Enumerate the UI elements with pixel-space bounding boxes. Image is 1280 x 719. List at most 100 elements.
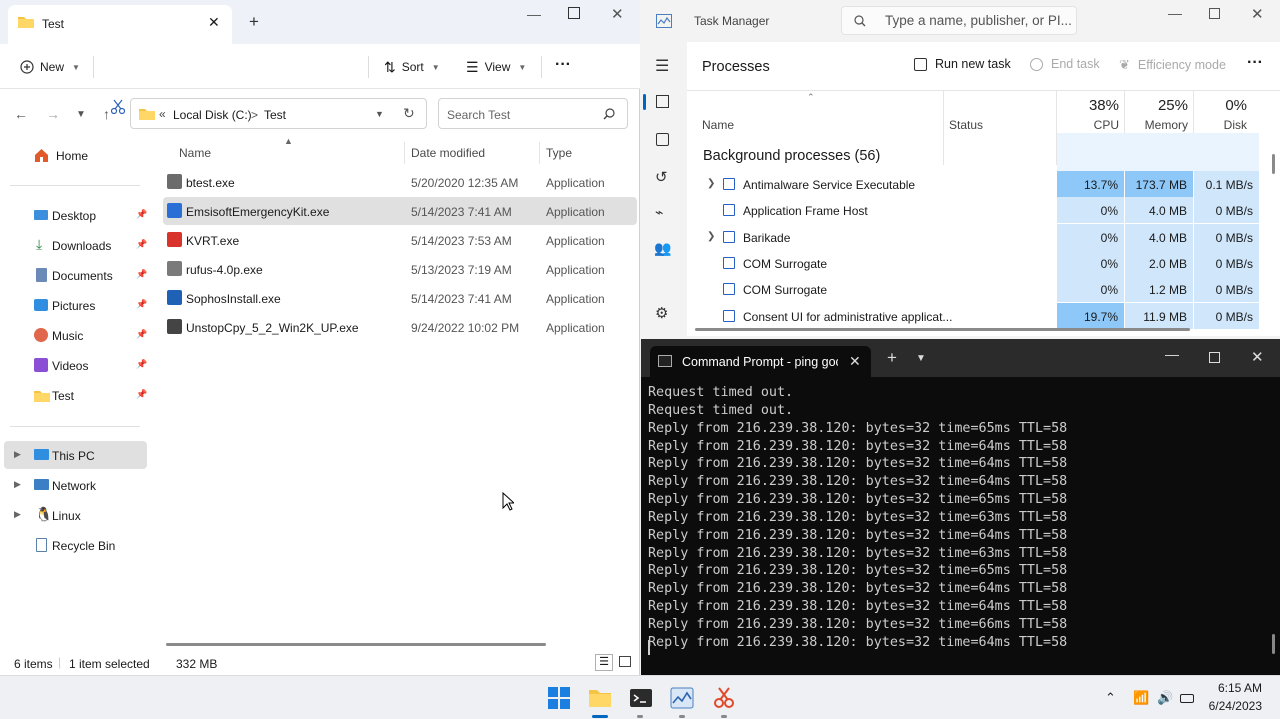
maximize-button[interactable] [568,7,580,19]
nav-downloads[interactable]: ⤓ Downloads 📌 [4,231,147,259]
run-new-task-button[interactable]: Run new task [914,57,1011,71]
tab-dropdown-icon[interactable]: ▼ [916,353,926,364]
maximize-button[interactable] [1209,8,1220,19]
startup-apps-icon[interactable]: ⌁ [655,204,663,221]
file-row[interactable]: SophosInstall.exe 5/14/2023 7:41 AM Applic… [163,284,637,312]
new-button[interactable]: New ▼ [20,54,80,80]
column-header-disk[interactable]: Disk [1207,118,1247,132]
file-row[interactable]: btest.exe 5/20/2020 12:35 AM Application [163,168,637,196]
close-tab-icon[interactable]: ✕ [208,14,220,31]
nav-videos[interactable]: Videos 📌 [4,351,147,379]
terminal-output[interactable]: Request timed out. Request timed out. Repl… [648,384,1268,652]
process-row[interactable]: COM Surrogate 0% 1.2 MB 0 MB/s [687,276,1280,303]
process-row[interactable]: COM Surrogate 0% 2.0 MB 0 MB/s [687,249,1280,276]
expand-chevron-icon[interactable]: ▶ [14,509,21,520]
terminal-tab[interactable]: Command Prompt - ping goc ✕ [650,346,871,377]
nav-music[interactable]: Music 📌 [4,321,147,349]
new-tab-button[interactable]: + [249,12,259,32]
file-explorer-taskbar-icon[interactable] [588,686,612,710]
wifi-icon[interactable]: 📶 [1133,690,1149,706]
explorer-tab[interactable]: Test ✕ [8,5,232,44]
minimize-button[interactable]: — [1168,5,1182,21]
close-window-button[interactable]: ✕ [611,5,624,23]
battery-icon[interactable] [1180,694,1194,703]
tiles-view-icon[interactable] [619,656,631,667]
minimize-button[interactable]: — [1165,346,1179,362]
process-search-input[interactable]: Type a name, publisher, or PI... [841,6,1077,35]
start-button-icon[interactable] [547,686,571,710]
clock-time[interactable]: 6:15 AM [1214,681,1262,695]
volume-icon[interactable]: 🔊 [1157,690,1173,706]
terminal-taskbar-icon[interactable] [629,686,653,710]
view-button[interactable]: ☰ View ▼ [466,54,526,80]
vertical-scrollbar[interactable] [1272,154,1275,174]
expand-chevron-icon[interactable]: ❯ [707,178,715,189]
file-row[interactable]: EmsisoftEmergencyKit.exe 5/14/2023 7:41 A… [163,197,637,225]
end-task-button[interactable]: End task [1030,57,1100,71]
process-row[interactable]: Application Frame Host 0% 4.0 MB 0 MB/s [687,197,1280,224]
maximize-button[interactable] [1209,352,1220,363]
cpu-total-percent: 38% [1088,97,1119,114]
close-window-button[interactable]: ✕ [1251,5,1264,23]
back-button[interactable]: ← [14,106,28,122]
breadcrumb-overflow[interactable]: « [159,107,166,121]
file-row[interactable]: KVRT.exe 5/14/2023 7:53 AM Application [163,226,637,254]
column-header-status[interactable]: Status [949,118,983,132]
column-header-type[interactable]: Type [546,146,572,160]
settings-gear-icon[interactable]: ⚙ [655,304,668,322]
expand-chevron-icon[interactable]: ❯ [707,231,715,242]
tray-overflow-chevron-icon[interactable]: ⌃ [1105,690,1116,706]
details-view-icon[interactable]: ☰ [595,654,613,671]
new-tab-button[interactable]: + [887,348,897,368]
nav-this-pc[interactable]: ▶ This PC [4,441,147,469]
cut-icon[interactable] [111,99,125,115]
file-row[interactable]: UnstopCpy_5_2_Win2K_UP.exe 9/24/2022 10:0… [163,313,637,341]
snipping-tool-taskbar-icon[interactable] [712,686,736,710]
refresh-icon[interactable]: ↻ [403,105,415,122]
users-icon[interactable]: 👥 [654,240,671,257]
horizontal-scrollbar[interactable] [695,328,1190,331]
close-window-button[interactable]: ✕ [1251,348,1264,366]
search-box[interactable]: Search Test [438,98,628,129]
address-bar[interactable]: « Local Disk (C:) > Test ▼ ↻ [130,98,427,129]
expand-chevron-icon[interactable]: ▶ [14,449,21,460]
task-manager-taskbar-icon[interactable] [670,686,694,710]
column-header-name[interactable]: Name [702,118,734,132]
forward-button[interactable]: → [46,106,60,122]
column-header-memory[interactable]: Memory [1135,118,1188,132]
nav-home[interactable]: Home [4,141,147,169]
more-options-button[interactable]: ··· [555,56,571,74]
process-row[interactable]: ❯ Antimalware Service Executable 13.7% 173.… [687,171,1280,197]
hamburger-menu-icon[interactable]: ☰ [655,56,669,76]
column-header-cpu[interactable]: CPU [1067,118,1119,132]
sort-button[interactable]: ⇅ Sort ▼ [384,54,440,80]
process-row[interactable]: Consent UI for administrative applicat..… [687,302,1280,329]
column-header-name[interactable]: Name [179,146,211,160]
performance-icon[interactable] [656,133,669,146]
nav-linux[interactable]: ▶ 🐧 Linux [4,501,147,529]
recent-locations-chevron-icon[interactable]: ▼ [76,109,86,120]
breadcrumb-folder[interactable]: Test [264,108,286,122]
clock-date[interactable]: 6/24/2023 [1200,699,1262,713]
nav-desktop[interactable]: Desktop 📌 [4,201,147,229]
more-options-button[interactable]: ··· [1247,54,1263,72]
column-header-date[interactable]: Date modified [411,146,485,160]
nav-documents[interactable]: Documents 📌 [4,261,147,289]
processes-icon[interactable] [656,95,669,108]
nav-pictures[interactable]: Pictures 📌 [4,291,147,319]
terminal-scrollbar[interactable] [1272,634,1275,654]
process-row[interactable]: ❯ Barikade 0% 4.0 MB 0 MB/s [687,223,1280,250]
nav-network[interactable]: ▶ Network [4,471,147,499]
app-history-icon[interactable]: ↺ [655,168,668,186]
expand-chevron-icon[interactable]: ▶ [14,479,21,490]
up-button[interactable]: ↑ [103,106,110,122]
breadcrumb-drive[interactable]: Local Disk (C:) [173,108,252,122]
horizontal-scrollbar[interactable] [166,643,546,646]
nav-test[interactable]: Test 📌 [4,381,147,409]
nav-recycle-bin[interactable]: Recycle Bin [4,531,147,559]
close-tab-icon[interactable]: ✕ [849,353,861,370]
efficiency-mode-button[interactable]: ❦ Efficiency mode [1119,57,1226,73]
minimize-button[interactable]: — [527,6,541,22]
file-row[interactable]: rufus-4.0p.exe 5/13/2023 7:19 AM Applicati… [163,255,637,283]
address-dropdown-icon[interactable]: ▼ [375,109,384,119]
